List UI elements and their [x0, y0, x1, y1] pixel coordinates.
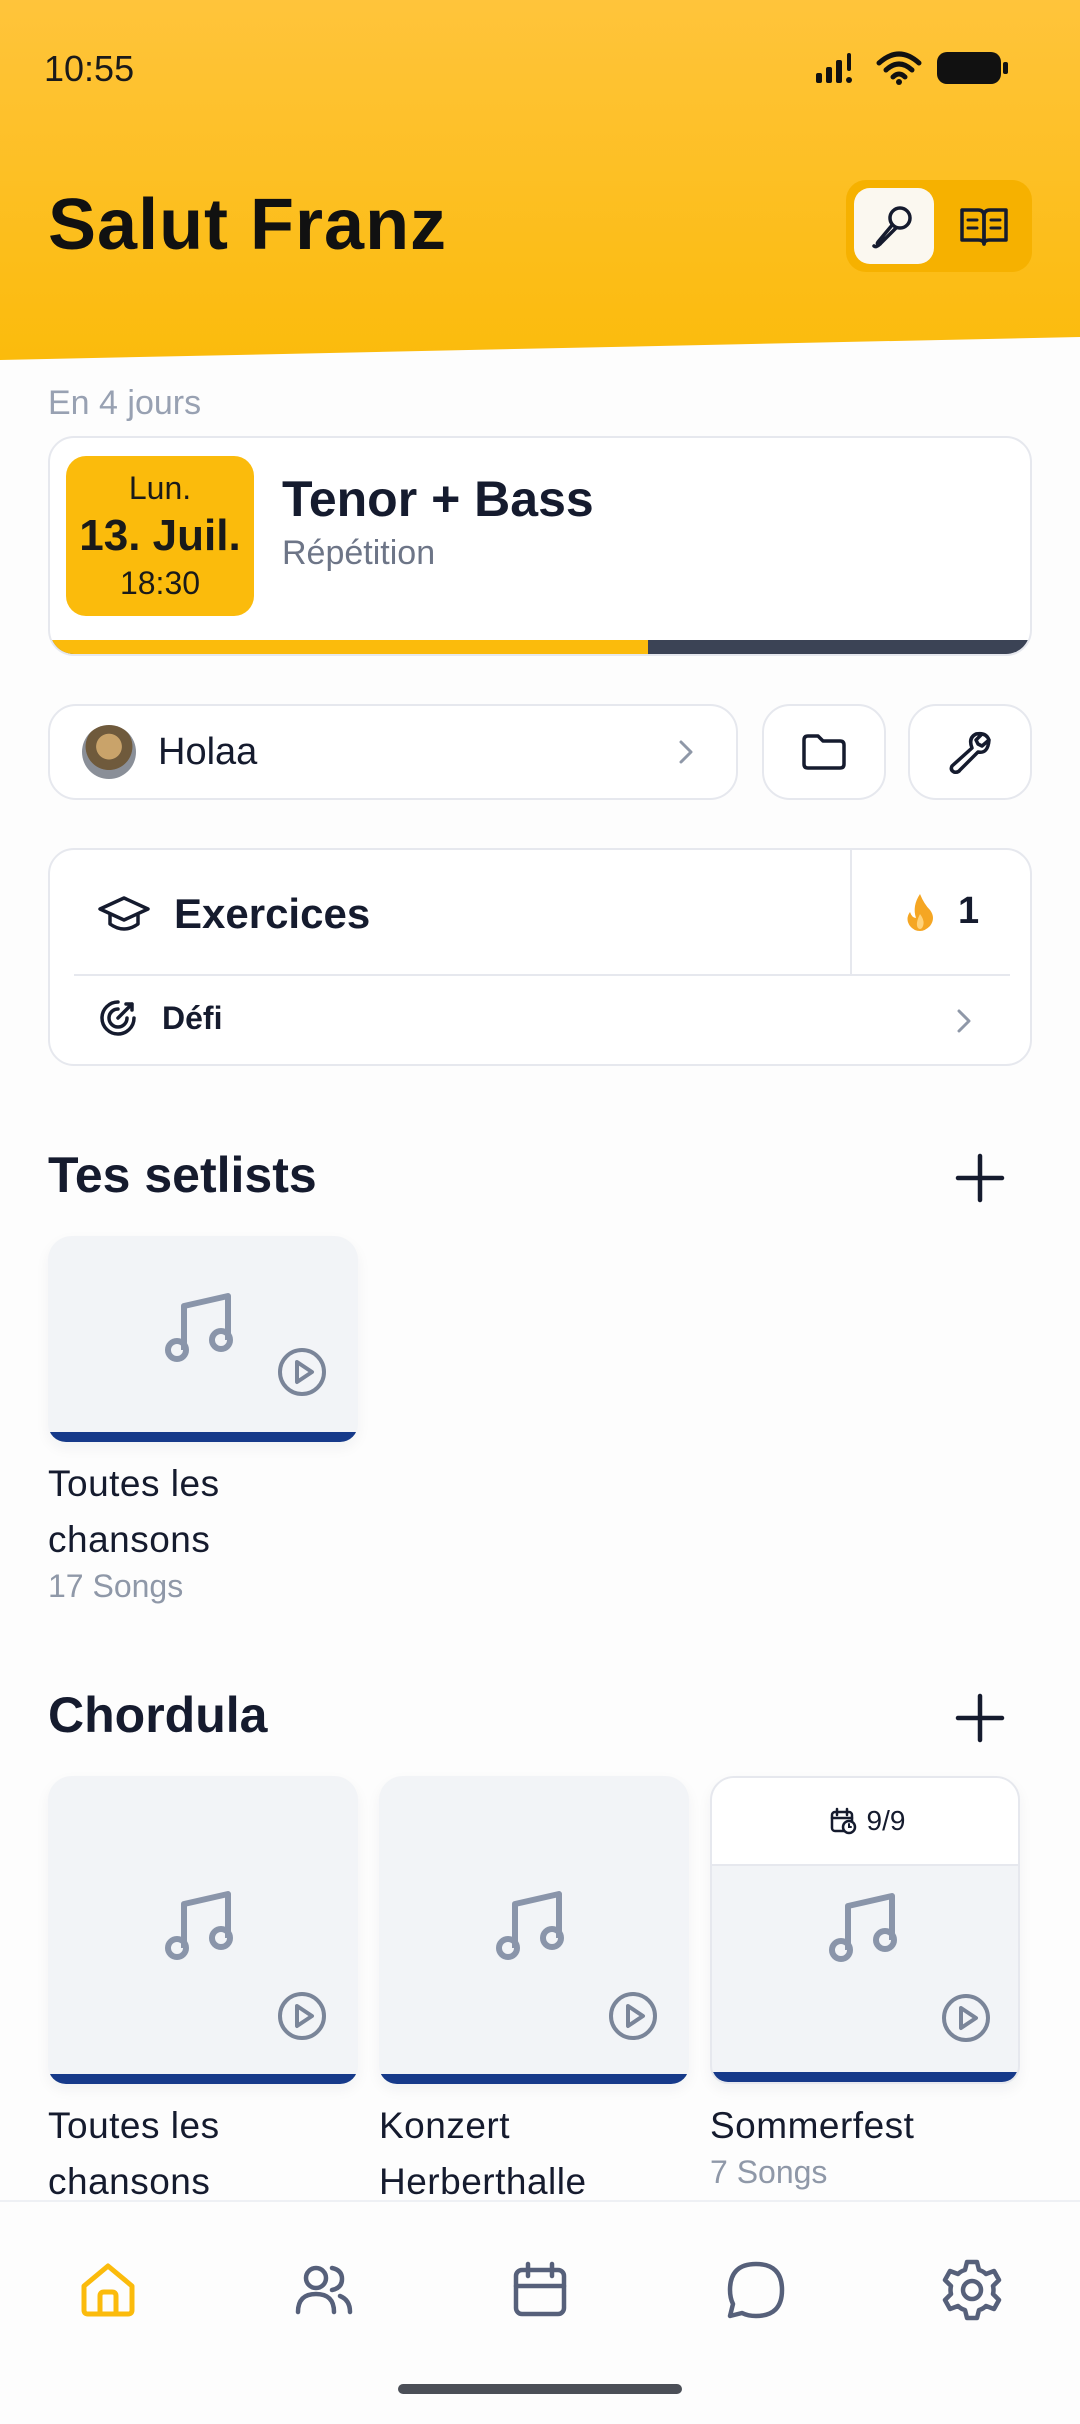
next-event-card[interactable]: Lun. 13. Juil. 18:30 Tenor + Bass Répéti… [48, 436, 1032, 656]
setlists-section-title: Tes setlists [48, 1147, 317, 1203]
chevron-right-icon [957, 1009, 971, 1033]
tab-members[interactable] [288, 2254, 360, 2326]
setlist-song-count: 17 Songs [48, 1568, 184, 1604]
streak-count: 1 [958, 890, 980, 932]
home-icon [81, 2263, 135, 2317]
event-progress-fill [50, 640, 648, 654]
exercises-button[interactable]: Exercices [98, 890, 370, 938]
setlist-cover [48, 1236, 358, 1442]
event-title: Tenor + Bass [282, 471, 594, 527]
add-band-setlist-button[interactable] [952, 1690, 1008, 1746]
streak-counter[interactable]: 1 [904, 890, 979, 933]
people-icon [295, 2265, 353, 2315]
chat-icon [727, 2261, 785, 2319]
setlist-accent-bar [712, 2072, 1018, 2082]
event-progress-bar [50, 640, 1030, 654]
setlist-song-count: 7 Songs [710, 2154, 828, 2190]
setlist-accent-bar [379, 2074, 689, 2084]
greeting-title: Salut Franz [48, 185, 448, 265]
event-date: 13. Juil. [79, 511, 241, 560]
wrench-icon [949, 731, 991, 774]
setlist-tile[interactable]: Toutes les chansons [48, 1776, 358, 2210]
setlist-name: Konzert Herberthalle [379, 2105, 587, 2202]
divider [850, 850, 852, 974]
setlist-cover [379, 1776, 689, 2084]
music-note-icon [165, 1891, 233, 1960]
flame-icon [907, 893, 933, 931]
folder-icon [802, 734, 846, 770]
microphone-icon [872, 206, 912, 249]
tab-chat[interactable] [720, 2254, 792, 2326]
music-note-icon [829, 1893, 897, 1962]
play-icon[interactable] [276, 1990, 328, 2042]
setlist-accent-bar [48, 2074, 358, 2084]
setlist-cover: 9/9 [710, 1776, 1020, 2084]
event-subtitle: Répétition [282, 534, 436, 572]
mode-toggle[interactable] [846, 180, 1032, 272]
status-time: 10:55 [44, 48, 135, 89]
exercises-card: Exercices 1 Défi [48, 848, 1032, 1066]
tab-settings[interactable] [936, 2254, 1008, 2326]
signal-icon [816, 53, 852, 83]
exercises-title: Exercices [174, 890, 371, 937]
setlist-tile[interactable]: Konzert Herberthalle [379, 1776, 689, 2210]
group-name: Holaa [158, 730, 258, 773]
setlist-tile[interactable]: 9/9 Sommerfest 7 Songs [710, 1776, 1020, 2191]
setlist-tile[interactable]: Toutes les chansons 17 Songs [48, 1236, 358, 1605]
event-time: 18:30 [119, 565, 201, 601]
challenge-row[interactable]: Défi [98, 998, 222, 1038]
avatar [82, 725, 136, 779]
setlist-name: Sommerfest [710, 2105, 915, 2146]
target-icon [100, 1000, 136, 1036]
event-date-box: Lun. 13. Juil. 18:30 [66, 456, 254, 616]
reader-mode-button[interactable] [944, 188, 1024, 264]
graduation-cap-icon [98, 896, 150, 931]
setlist-name: Toutes les chansons [48, 2105, 220, 2202]
add-setlist-button[interactable] [952, 1150, 1008, 1206]
calendar-clock-icon [830, 1807, 856, 1835]
band-section-title: Chordula [48, 1687, 268, 1743]
files-button[interactable] [762, 704, 886, 800]
divider [74, 974, 1010, 976]
battery-icon [937, 52, 1008, 84]
play-icon[interactable] [607, 1990, 659, 2042]
setlist-accent-bar [48, 1432, 358, 1442]
group-selector[interactable]: Holaa [48, 704, 738, 800]
play-icon[interactable] [940, 1992, 992, 2044]
status-icons [814, 50, 1010, 86]
tools-button[interactable] [908, 704, 1032, 800]
play-icon[interactable] [276, 1346, 328, 1398]
wifi-icon [876, 51, 922, 85]
music-note-icon [496, 1891, 564, 1960]
settings-icon [942, 2259, 1002, 2321]
tab-home[interactable] [72, 2254, 144, 2326]
event-eyebrow: En 4 jours [48, 384, 202, 422]
calendar-icon [513, 2261, 567, 2317]
setlist-name: Toutes les chansons [48, 1463, 220, 1560]
setlist-cover [48, 1776, 358, 2084]
event-day-of-week: Lun. [128, 470, 192, 506]
setlist-date-badge: 9/9 [712, 1778, 1018, 1866]
home-indicator [398, 2384, 682, 2394]
open-book-icon [960, 208, 1008, 246]
singer-mode-button[interactable] [854, 188, 934, 264]
setlist-badge-text: 9/9 [866, 1805, 906, 1836]
tab-calendar[interactable] [504, 2254, 576, 2326]
challenge-label: Défi [162, 999, 223, 1036]
music-note-icon [165, 1293, 233, 1362]
chevron-right-icon [679, 740, 693, 764]
